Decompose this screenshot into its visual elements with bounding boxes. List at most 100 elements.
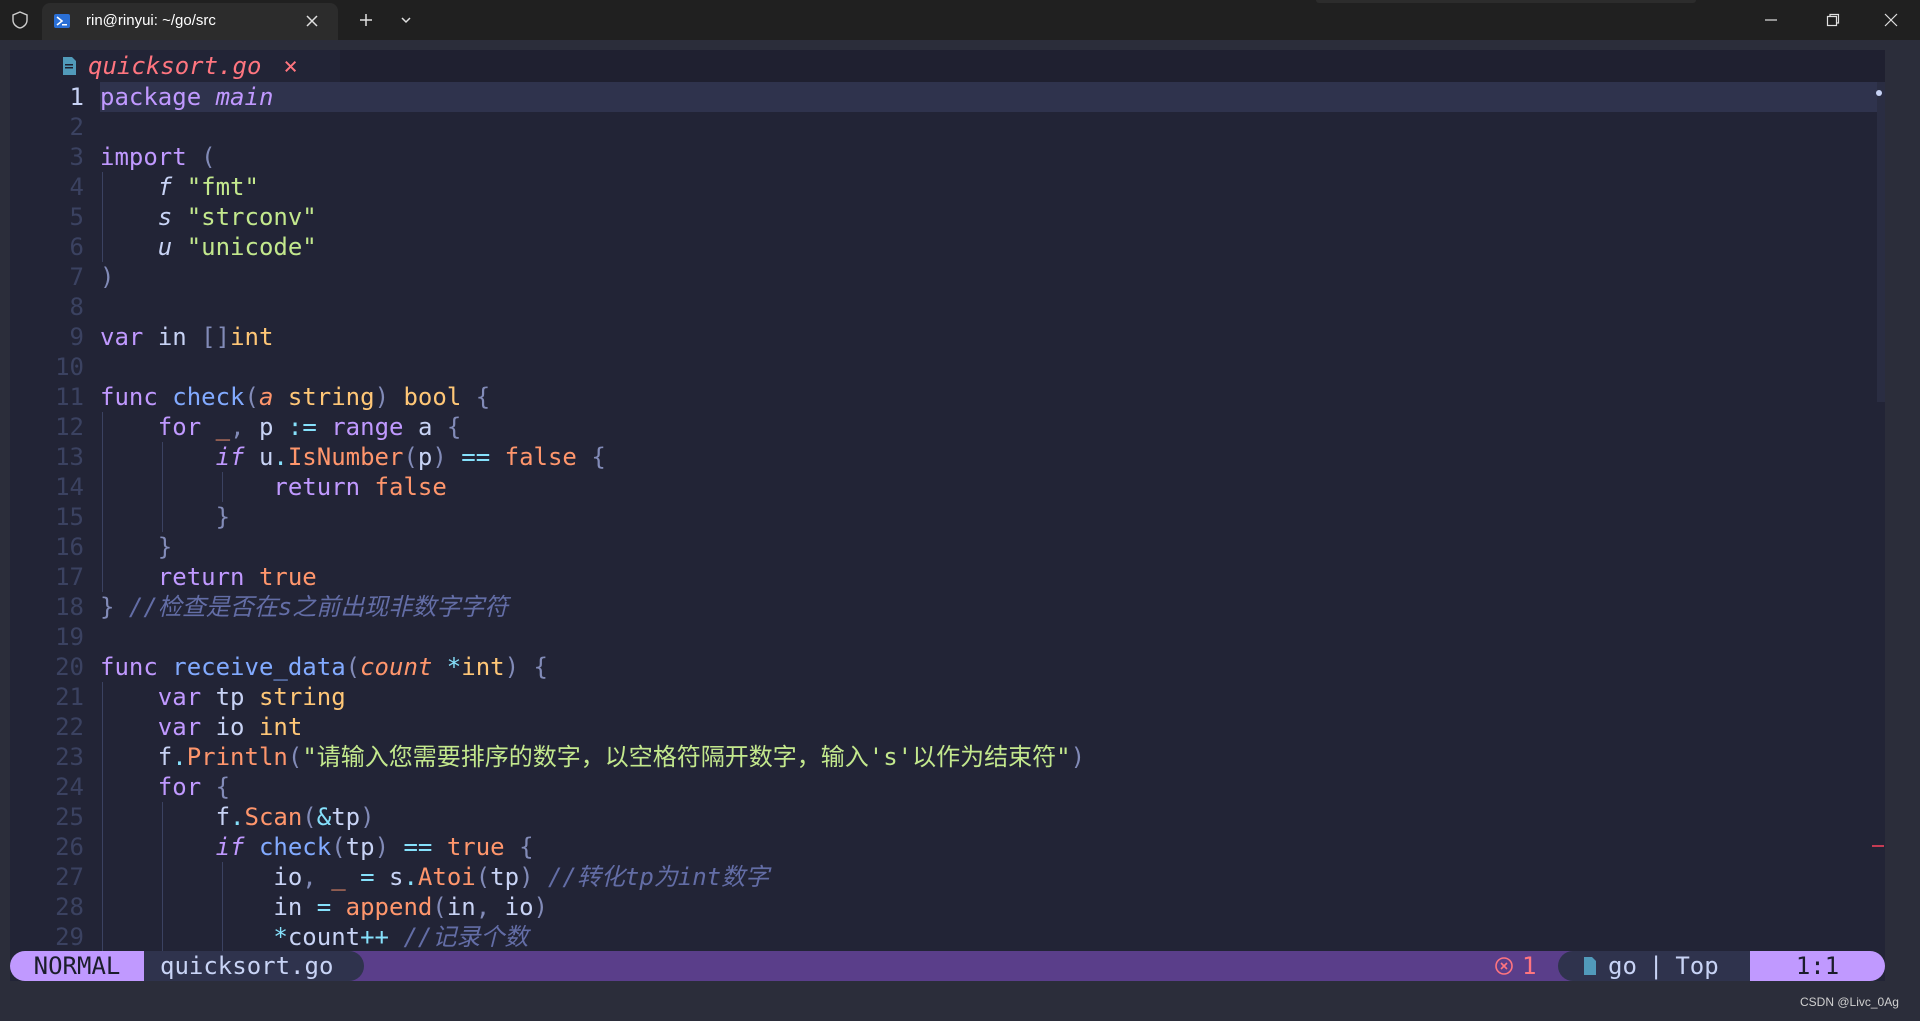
- code-line: in = append(in, io): [100, 892, 1085, 922]
- code-line: if check(tp) == true {: [100, 832, 1085, 862]
- maximize-icon: [1826, 13, 1840, 27]
- minimize-icon: [1765, 19, 1777, 21]
- code-line: ): [100, 262, 1085, 292]
- code-token: int: [461, 653, 505, 681]
- code-token: true: [258, 563, 317, 591]
- code-token: int: [258, 713, 303, 741]
- go-file-icon: [1584, 957, 1596, 975]
- code-token: (: [287, 743, 303, 771]
- code-comment: //转化tp为int数字: [547, 863, 770, 891]
- code-line: f "fmt": [100, 172, 1085, 202]
- line-number: 5: [69, 203, 84, 231]
- code-token: =: [316, 893, 332, 921]
- code-token: }: [100, 593, 115, 621]
- code-token: tp: [345, 833, 375, 861]
- code-token: (: [201, 143, 216, 171]
- terminal-tab[interactable]: rin@rinyui: ~/go/src: [42, 3, 338, 40]
- line-number: 9: [69, 323, 84, 351]
- code-token: append: [345, 893, 433, 921]
- line-number: 28: [55, 893, 84, 921]
- code-token: "fmt": [186, 173, 259, 201]
- code-token: {: [215, 773, 231, 801]
- code-line: return true: [100, 562, 1085, 592]
- code-token: ): [519, 863, 534, 891]
- code-line: package main: [100, 82, 1085, 112]
- code-line: f.Scan(&tp): [100, 802, 1085, 832]
- shield-icon[interactable]: [10, 10, 30, 30]
- scroll-position: Top: [1675, 952, 1719, 980]
- code-line: *count++ //记录个数: [100, 922, 1085, 952]
- minimize-button[interactable]: [1748, 0, 1794, 40]
- diagnostics-errors[interactable]: 1: [1494, 951, 1536, 981]
- vim-editor[interactable]: quicksort.go × 1 2 3 4 5 6 7 8 9 10 11 1…: [10, 50, 1885, 981]
- code-token: count: [360, 653, 433, 681]
- code-token: .: [172, 743, 187, 771]
- code-token: var: [157, 713, 202, 741]
- code-token: true: [446, 833, 505, 861]
- code-line: func check(a string) bool {: [100, 382, 1085, 412]
- line-number: 29: [55, 923, 84, 951]
- code-token: ): [360, 803, 375, 831]
- line-number: 11: [55, 383, 84, 411]
- close-icon[interactable]: ×: [283, 50, 297, 82]
- error-count: 1: [1522, 952, 1537, 980]
- code-token: string: [287, 383, 375, 411]
- line-number: 22: [55, 713, 84, 741]
- window-close-button[interactable]: [1868, 0, 1914, 40]
- scrollbar-error-marker: [1872, 845, 1884, 847]
- code-line: if u.IsNumber(p) == false {: [100, 442, 1085, 472]
- scrollbar[interactable]: [1877, 82, 1885, 402]
- code-line: for _, p := range a {: [100, 412, 1085, 442]
- code-token: package: [100, 83, 202, 111]
- code-token: ): [100, 263, 115, 291]
- line-number: 25: [55, 803, 84, 831]
- code-token: ): [432, 443, 447, 471]
- title-drag-region[interactable]: [1316, 0, 1696, 3]
- line-number: 18: [55, 593, 84, 621]
- code-token: .: [403, 863, 418, 891]
- line-number: 1: [69, 83, 84, 111]
- chevron-down-icon[interactable]: [396, 10, 416, 30]
- line-number: 14: [55, 473, 84, 501]
- buffer-tab[interactable]: quicksort.go ×: [60, 50, 298, 82]
- code-line: return false: [100, 472, 1085, 502]
- code-line: func receive_data(count *int) {: [100, 652, 1085, 682]
- filetype-label: go: [1608, 952, 1637, 980]
- code-token: if: [215, 443, 245, 471]
- code-token: a: [258, 383, 274, 411]
- code-area[interactable]: package main import ( f "fmt" s "strconv…: [100, 82, 1085, 952]
- code-token: (: [302, 803, 317, 831]
- line-number: 26: [55, 833, 84, 861]
- code-token: io: [273, 863, 303, 891]
- code-token: func: [100, 653, 158, 681]
- code-token: }: [215, 503, 231, 531]
- code-token: (: [331, 833, 346, 861]
- line-number: 13: [55, 443, 84, 471]
- code-line: import (: [100, 142, 1085, 172]
- code-token: IsNumber: [287, 443, 404, 471]
- line-number: 16: [55, 533, 84, 561]
- line-number: 4: [69, 173, 84, 201]
- code-token: check: [258, 833, 332, 861]
- plus-icon[interactable]: [356, 10, 376, 30]
- line-number: 23: [55, 743, 84, 771]
- code-token: count: [287, 923, 361, 951]
- status-separator: |: [1648, 952, 1664, 980]
- code-token: .: [273, 443, 288, 471]
- code-token: for: [157, 413, 202, 441]
- code-token: ++: [360, 923, 389, 951]
- code-token: string: [258, 683, 346, 711]
- maximize-button[interactable]: [1810, 0, 1856, 40]
- code-token: ): [1070, 743, 1086, 771]
- code-token: io: [215, 713, 245, 741]
- close-icon[interactable]: [304, 13, 320, 29]
- line-number: 3: [69, 143, 84, 171]
- code-token: Atoi: [417, 863, 476, 891]
- code-token: bool: [403, 383, 462, 411]
- code-line: var tp string: [100, 682, 1085, 712]
- code-token: in: [273, 893, 303, 921]
- code-token: :=: [287, 413, 317, 441]
- window-close-icon: [1884, 13, 1898, 27]
